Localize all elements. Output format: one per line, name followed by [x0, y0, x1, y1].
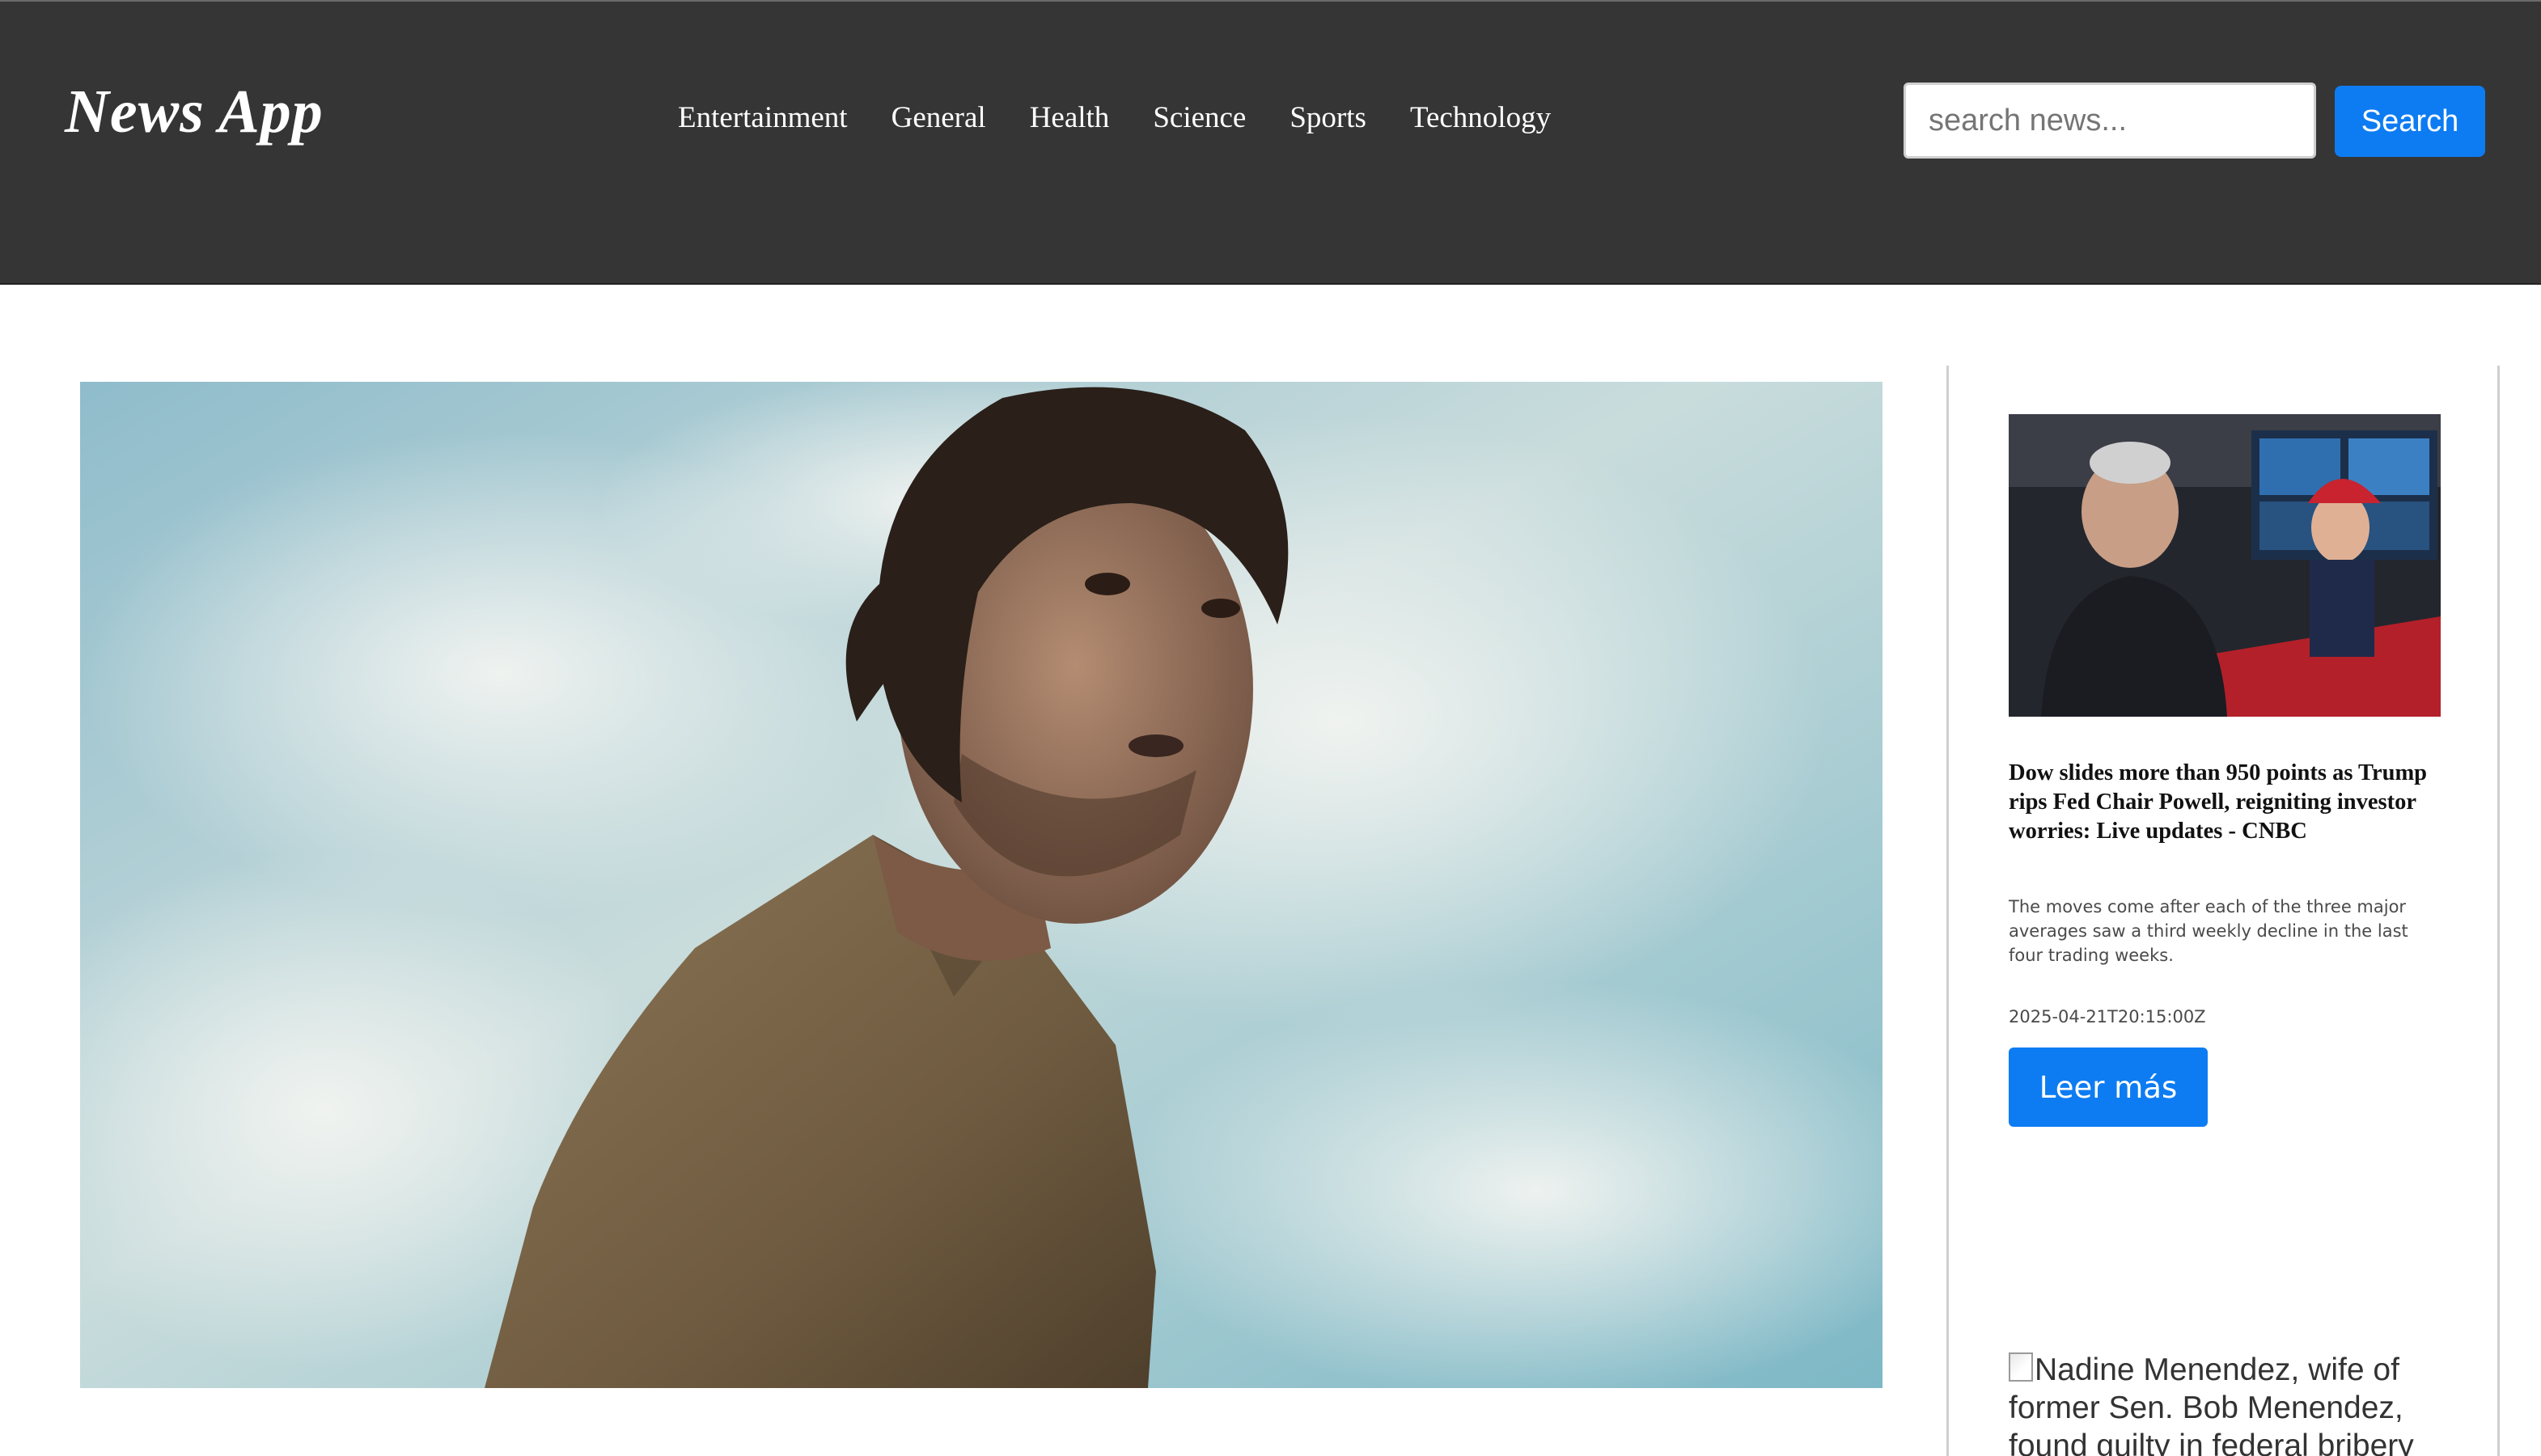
category-nav: Entertainment General Health Science Spo…: [678, 97, 1594, 139]
brand-logo[interactable]: News App: [65, 81, 324, 142]
news-app: News App Entertainment General Health Sc…: [0, 0, 2541, 1456]
image-alt-text: Nadine Menendez, wife of former Sen. Bob…: [2009, 1352, 2414, 1456]
featured-photo: [80, 382, 1882, 1388]
news-card-description: The moves come after each of the three m…: [2009, 897, 2408, 965]
read-more-button[interactable]: Leer más: [2009, 1048, 2208, 1127]
news-card-image[interactable]: [2009, 414, 2441, 717]
news-card-title: Dow slides more than 950 points as Trump…: [2009, 760, 2428, 844]
news-card-image-broken[interactable]: Nadine Menendez, wife of former Sen. Bob…: [2009, 1351, 2446, 1456]
featured-article-image[interactable]: [80, 382, 1882, 1388]
news-sidebar: Dow slides more than 950 points as Trump…: [1946, 366, 2500, 1456]
navbar: News App Entertainment General Health Sc…: [0, 0, 2541, 285]
nav-link-health[interactable]: Health: [1030, 97, 1110, 139]
search-button[interactable]: Search: [2335, 86, 2485, 157]
nav-link-general[interactable]: General: [891, 97, 986, 139]
nav-link-science[interactable]: Science: [1153, 97, 1246, 139]
nav-link-sports[interactable]: Sports: [1290, 97, 1366, 139]
nav-link-technology[interactable]: Technology: [1410, 97, 1551, 139]
news-card-date: 2025-04-21T20:15:00Z: [2009, 1007, 2206, 1026]
broken-image-icon: [2009, 1352, 2033, 1382]
search-input[interactable]: [1904, 83, 2316, 159]
stock-exchange-photo: [2009, 414, 2441, 717]
nav-link-entertainment[interactable]: Entertainment: [678, 97, 848, 139]
